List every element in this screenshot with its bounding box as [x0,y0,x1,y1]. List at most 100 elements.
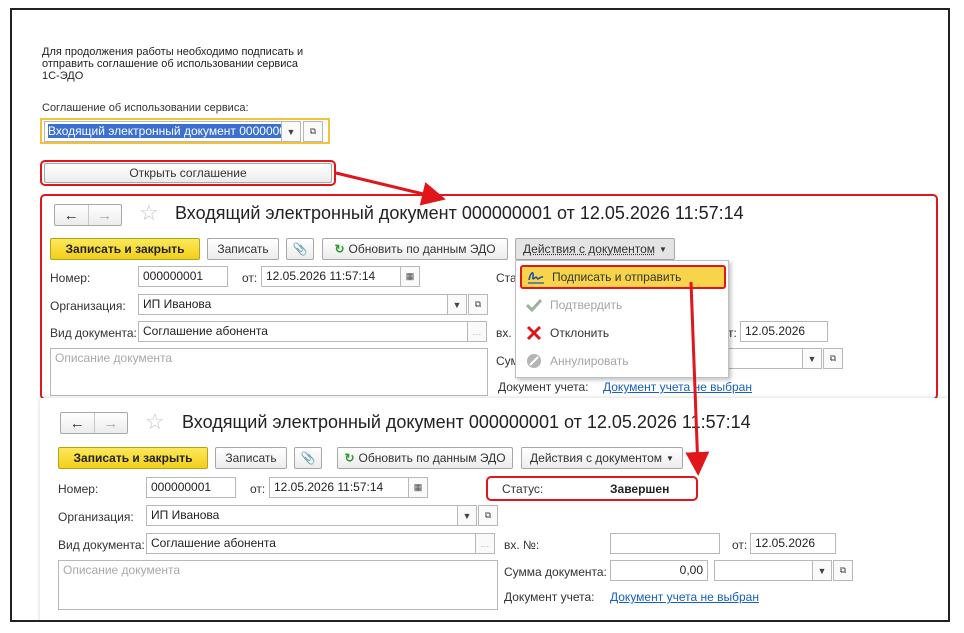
lower-save-close-button[interactable]: Записать и закрыть [58,447,208,469]
refresh-label: Обновить по данным ЭДО [358,451,506,465]
lower-org-input[interactable]: ИП Иванова [146,505,458,526]
chevron-down-icon: ▼ [659,244,667,254]
intro-line: отправить соглашение об использовании се… [42,58,299,70]
chevron-down-icon: ▼ [462,510,472,521]
open-window-icon: ⧉ [309,126,317,136]
lower-calendar-button[interactable]: ▦ [408,477,428,498]
lower-doc-title: Входящий электронный документ 000000001 … [182,412,751,432]
lower-number-input[interactable]: 000000001 [146,477,236,498]
cancel-circle-icon [524,352,544,370]
refresh-icon: ↻ [334,242,345,256]
lower-number-label: Номер: [58,482,99,496]
lower-inno-input[interactable] [610,533,720,554]
lower-account-doc-link[interactable]: Документ учета не выбран [610,590,759,604]
upper-inno-label: вх. [496,326,512,340]
upper-attach-button[interactable]: 📎 [286,238,314,260]
open-window-icon: ⧉ [829,353,837,363]
upper-sum-open[interactable]: ⧉ [823,348,843,369]
chevron-down-icon: ▼ [817,565,827,576]
lower-save-button[interactable]: Записать [215,447,287,469]
forward-arrow-icon[interactable]: → [89,205,122,225]
menu-item-annul[interactable]: Аннулировать [520,349,726,373]
intro-line: Для продолжения работы необходимо подпис… [42,46,304,58]
upper-org-open[interactable]: ⧉ [468,294,488,315]
forward-arrow-icon[interactable]: → [95,413,128,433]
lower-sum-dropdown[interactable]: ▼ [812,560,832,581]
upper-status-label: Ста [496,271,517,285]
actions-label: Действия с документом [530,451,663,465]
lower-date-input[interactable]: 12.05.2026 11:57:14 [269,477,409,498]
menu-item-label: Аннулировать [550,354,629,368]
favorite-star-icon[interactable]: ☆ [139,202,159,224]
upper-save-close-button[interactable]: Записать и закрыть [50,238,200,260]
lower-actions-button[interactable]: Действия с документом ▼ [521,447,683,469]
agreement-select[interactable]: Входящий электронный документ 0000000 [44,121,282,142]
lower-org-open[interactable]: ⧉ [478,505,498,526]
lower-status-value: Завершен [610,482,670,496]
lower-refresh-button[interactable]: ↻ Обновить по данным ЭДО [337,447,513,469]
paperclip-icon: 📎 [292,242,308,256]
agreement-dropdown-button[interactable]: ▼ [281,121,301,142]
calendar-icon: ▦ [405,271,415,281]
menu-item-reject[interactable]: Отклонить [520,321,726,345]
chevron-down-icon: ▼ [286,126,296,137]
lower-doctype-input[interactable]: Соглашение абонента [146,533,476,554]
upper-date-input[interactable]: 12.05.2026 11:57:14 [261,266,401,287]
upper-org-dropdown[interactable]: ▼ [447,294,467,315]
open-agreement-button[interactable]: Открыть соглашение [44,163,332,183]
open-window-icon: ⧉ [474,299,482,309]
back-arrow-icon[interactable]: ← [55,205,89,225]
favorite-star-icon[interactable]: ☆ [145,411,165,433]
actions-dropdown-menu: Подписать и отправить Подтвердить Отклон… [515,260,729,378]
upper-save-button[interactable]: Записать [207,238,279,260]
menu-item-label: Отклонить [550,326,610,340]
upper-sum-dropdown[interactable]: ▼ [802,348,822,369]
lower-doctype-more[interactable]: … [475,533,495,554]
menu-item-label: Подтвердить [550,298,623,312]
lower-description-textarea[interactable]: Описание документа [58,560,498,610]
upper-doctype-label: Вид документа: [50,326,137,340]
upper-indate-label: т: [728,326,737,340]
upper-number-input[interactable]: 000000001 [138,266,228,287]
upper-doc-title: Входящий электронный документ 000000001 … [175,203,744,223]
ellipsis-icon: … [472,326,482,337]
upper-account-doc-link[interactable]: Документ учета не выбран [603,380,752,394]
back-arrow-icon[interactable]: ← [61,413,95,433]
lower-sum-currency[interactable] [714,560,814,581]
refresh-icon: ↻ [344,451,355,465]
lower-sum-open[interactable]: ⧉ [833,560,853,581]
lower-indate-input[interactable]: 12.05.2026 [750,533,836,554]
upper-number-label: Номер: [50,271,91,285]
lower-nav-buttons: ← → [60,412,128,434]
upper-account-doc-label: Документ учета: [498,380,589,394]
menu-item-sign-send[interactable]: Подписать и отправить [520,265,726,289]
lower-inno-label: вх. №: [504,538,540,552]
lower-status-label: Статус: [502,482,544,496]
lower-org-label: Организация: [58,510,134,524]
signature-icon [526,268,546,286]
lower-indate-label: от: [732,538,748,552]
upper-refresh-button[interactable]: ↻ Обновить по данным ЭДО [322,238,508,260]
open-window-icon: ⧉ [839,565,847,575]
upper-doctype-input[interactable]: Соглашение абонента [138,321,468,342]
upper-calendar-button[interactable]: ▦ [400,266,420,287]
agreement-label: Соглашение об использовании сервиса: [42,102,249,114]
agreement-open-button[interactable]: ⧉ [303,121,323,142]
lower-account-doc-label: Документ учета: [504,590,595,604]
upper-actions-button[interactable]: Действия с документом ▼ [515,238,675,260]
upper-indate-input[interactable]: 12.05.2026 [740,321,828,342]
screenshot-frame: Для продолжения работы необходимо подпис… [10,8,950,622]
lower-org-dropdown[interactable]: ▼ [457,505,477,526]
menu-item-confirm[interactable]: Подтвердить [520,293,726,317]
lower-attach-button[interactable]: 📎 [294,447,322,469]
lower-date-label: от: [250,482,266,496]
upper-doctype-more[interactable]: … [467,321,487,342]
lower-sum-input[interactable]: 0,00 [610,560,708,581]
agreement-value: Входящий электронный документ 0000000 [48,124,281,138]
checkmark-icon [524,296,544,314]
upper-org-input[interactable]: ИП Иванова [138,294,448,315]
cross-icon [524,324,544,342]
lower-sum-label: Сумма документа: [504,565,607,579]
upper-description-textarea[interactable]: Описание документа [50,348,488,396]
ellipsis-icon: … [480,538,490,549]
